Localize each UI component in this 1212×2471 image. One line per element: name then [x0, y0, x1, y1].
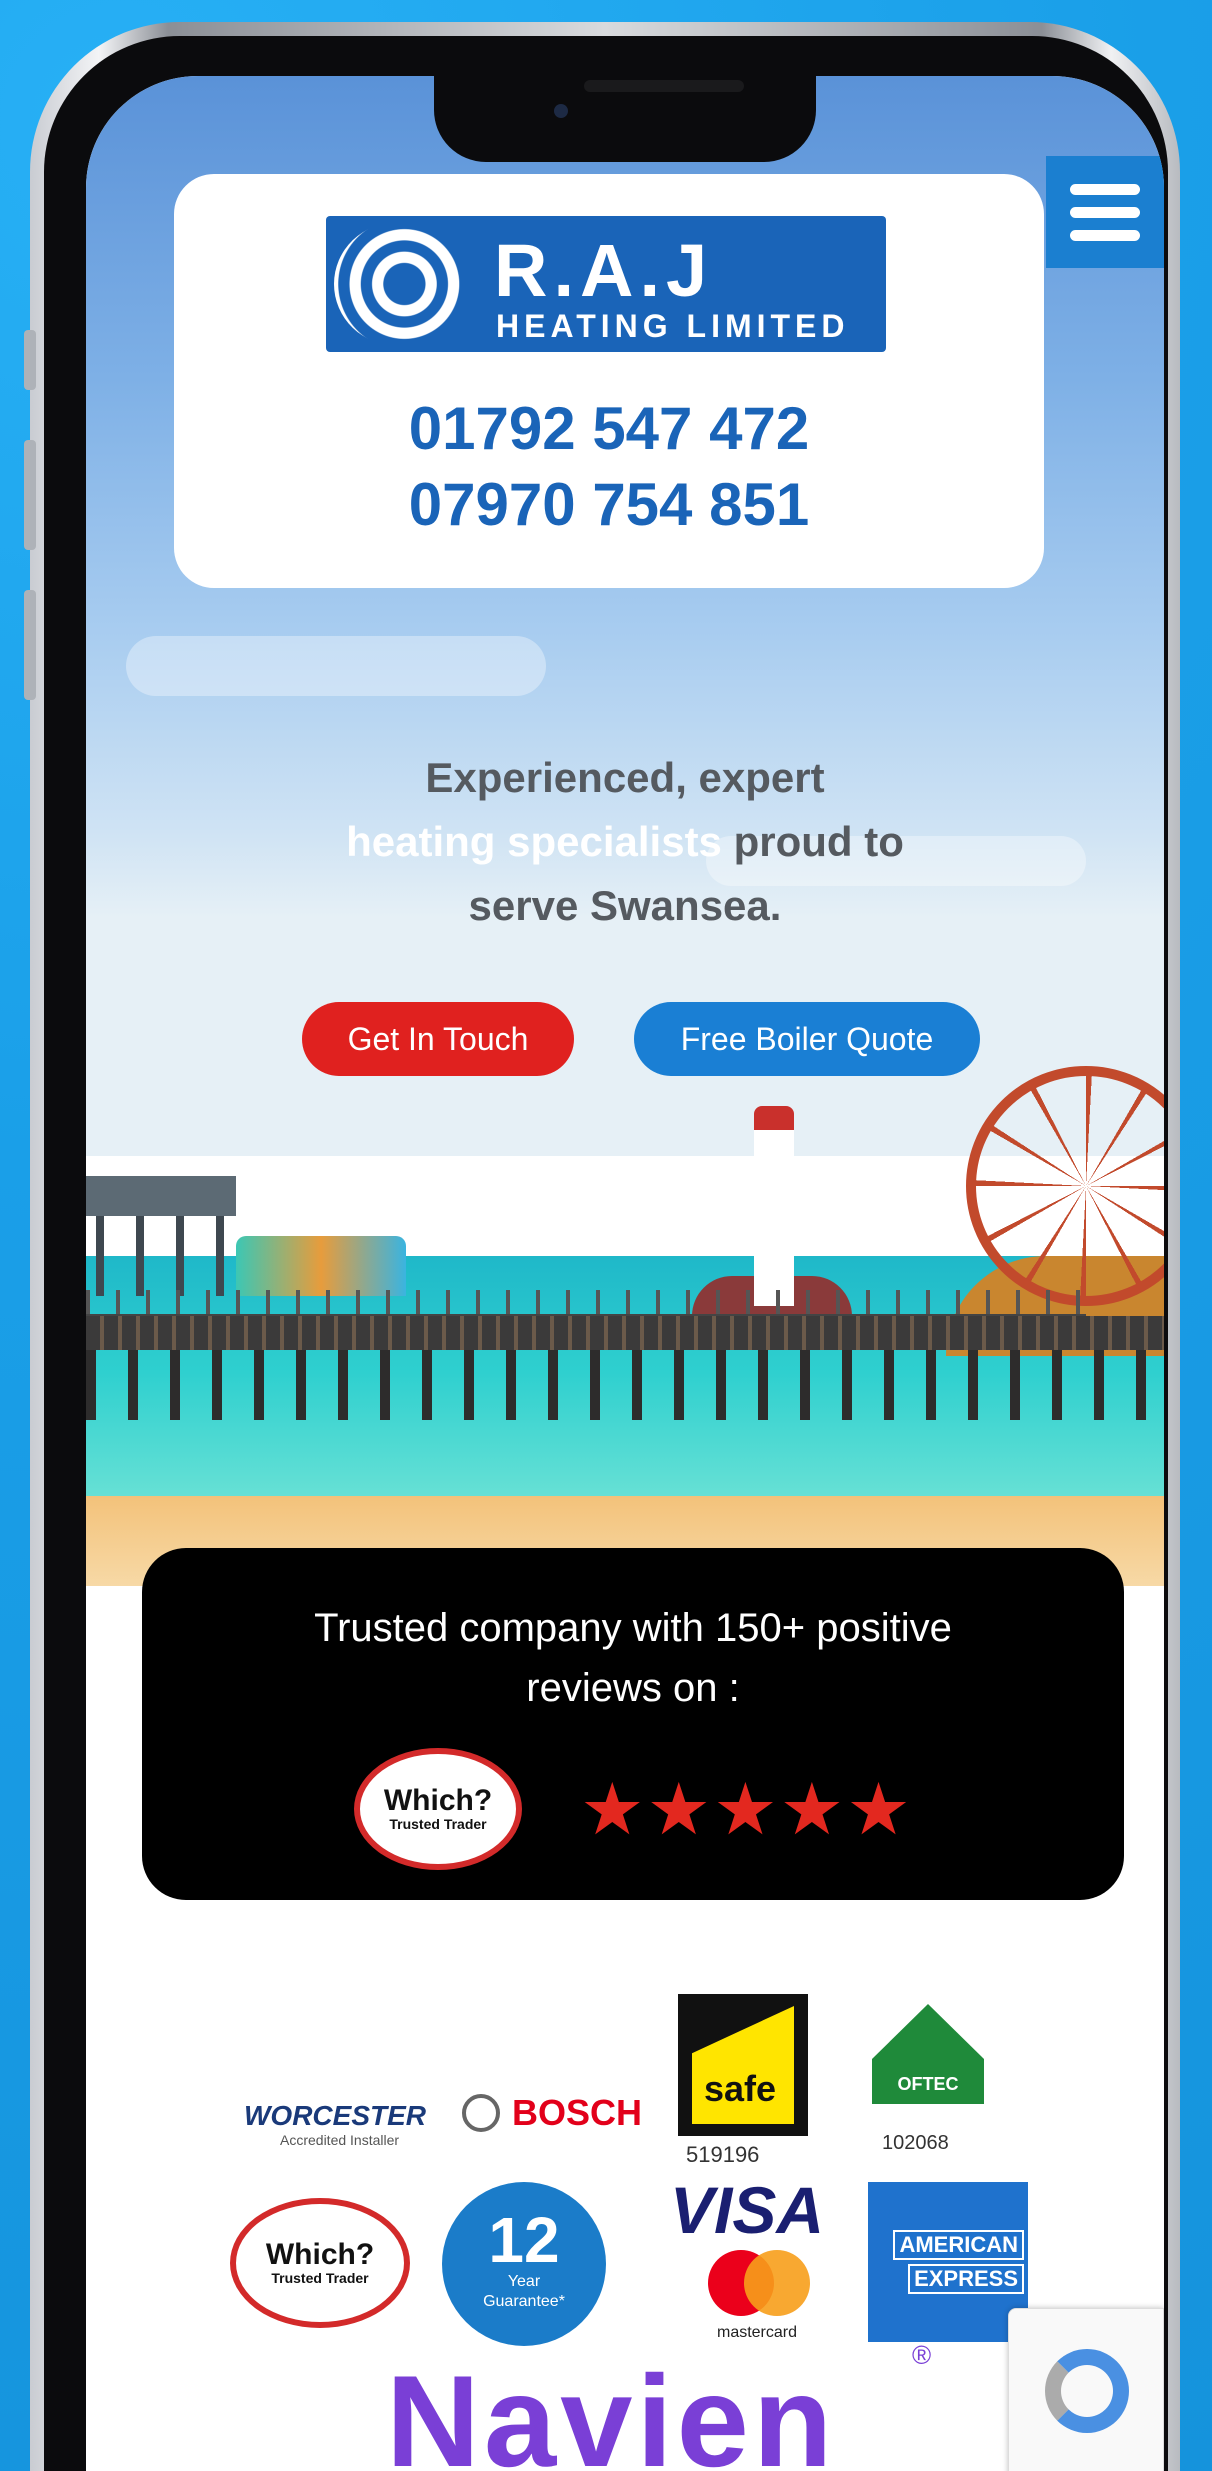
bosch-armature-icon: [462, 2094, 500, 2132]
which-logo-title: Which?: [265, 2238, 375, 2271]
gas-safe-number: 519196: [686, 2142, 760, 2167]
bosch-logo: BOSCH: [462, 2092, 642, 2134]
cloud: [126, 636, 546, 696]
free-boiler-quote-button[interactable]: Free Boiler Quote: [634, 1002, 980, 1076]
visa-logo: VISA: [670, 2173, 825, 2247]
company-logo[interactable]: R.A.J HEATING LIMITED: [326, 216, 886, 352]
speaker-grille: [584, 80, 744, 92]
reviews-card: Trusted company with 150+ positive revie…: [142, 1548, 1124, 1900]
amex-line-2: EXPRESS: [908, 2264, 1024, 2294]
phone-notch: [434, 76, 816, 162]
guarantee-badge: 12 Year Guarantee*: [442, 2182, 606, 2346]
navien-logo: Navien: [386, 2348, 837, 2471]
guarantee-line-2: Guarantee*: [483, 2293, 565, 2310]
lighthouse-illustration: [754, 1106, 794, 1306]
mastercard-word: mastercard: [716, 2324, 798, 2341]
recaptcha-icon: [1045, 2349, 1129, 2433]
hero-tagline: Experienced, expert heating specialists …: [206, 746, 1044, 938]
get-in-touch-button[interactable]: Get In Touch: [302, 1002, 574, 1076]
which-trusted-trader-badge[interactable]: Which? Trusted Trader: [354, 1748, 522, 1870]
which-badge-subtitle: Trusted Trader: [389, 1816, 487, 1832]
recaptcha-badge[interactable]: [1008, 2308, 1164, 2471]
amex-line-1: AMERICAN: [893, 2230, 1024, 2260]
pier-railing-illustration: [86, 1290, 1086, 1317]
five-star-rating-icon: ★★★★★: [580, 1770, 913, 1850]
worcester-logo: WORCESTER Accredited Installer: [244, 2100, 434, 2148]
reviews-text-line-2: reviews on :: [526, 1666, 740, 1710]
side-button: [24, 440, 36, 550]
menu-icon-bar: [1070, 206, 1140, 218]
american-express-logo: AMERICAN EXPRESS: [868, 2182, 1028, 2342]
menu-icon-bar: [1070, 229, 1140, 241]
header-logo-card: R.A.J HEATING LIMITED 01792 547 472 0797…: [174, 174, 1044, 588]
worcester-subtitle: Accredited Installer: [280, 2132, 400, 2148]
phone-link-1[interactable]: 01792 547 472: [174, 394, 1044, 463]
mastercard-yellow-circle-icon: [744, 2250, 810, 2316]
guarantee-line-1: Year: [507, 2273, 541, 2290]
hamburger-menu-button[interactable]: [1046, 156, 1164, 268]
which-logo-subtitle: Trusted Trader: [271, 2270, 369, 2286]
reviews-text-line-1: Trusted company with 150+ positive: [314, 1606, 952, 1650]
bosch-name: BOSCH: [512, 2092, 643, 2133]
oftec-name: OFTEC: [897, 2074, 959, 2094]
side-button: [24, 590, 36, 700]
which-trusted-trader-logo: Which? Trusted Trader: [230, 2198, 410, 2328]
logo-subtitle: HEATING LIMITED: [496, 308, 850, 344]
pier-legs-illustration: [86, 1350, 1164, 1420]
gas-safe-logo: safe: [678, 1994, 808, 2136]
shelter-posts-illustration: [96, 1216, 226, 1296]
pier-stall-illustration: [236, 1236, 406, 1296]
oftec-logo: OFTEC: [872, 2004, 984, 2124]
phone-screen: R.A.J HEATING LIMITED 01792 547 472 0797…: [86, 76, 1164, 2471]
gas-safe-word: safe: [704, 2068, 777, 2109]
shelter-roof-illustration: [86, 1176, 236, 1216]
swirl-logo-icon: [334, 222, 462, 346]
tagline-line-2: heating specialists proud to: [206, 810, 1044, 874]
tagline-highlight: heating specialists: [346, 818, 722, 865]
navien-registered-mark: ®: [912, 2340, 932, 2370]
tagline-line-3: serve Swansea.: [468, 882, 782, 929]
reviews-text: Trusted company with 150+ positive revie…: [142, 1598, 1124, 1718]
tagline-line-1: Experienced, expert: [425, 754, 825, 801]
tagline-line-2-rest: proud to: [721, 818, 904, 865]
phone-link-2[interactable]: 07970 754 851: [174, 470, 1044, 539]
oftec-number: 102068: [882, 2132, 949, 2154]
camera-icon: [554, 104, 568, 118]
logo-name: R.A.J: [494, 229, 714, 312]
pier-deck-illustration: [86, 1316, 1164, 1350]
side-button: [24, 330, 36, 390]
menu-icon-bar: [1070, 183, 1140, 195]
mastercard-logo: mastercard: [692, 2250, 822, 2360]
worcester-name: WORCESTER: [244, 2100, 426, 2131]
which-badge-title: Which?: [383, 1784, 493, 1817]
guarantee-years: 12: [488, 2204, 560, 2276]
